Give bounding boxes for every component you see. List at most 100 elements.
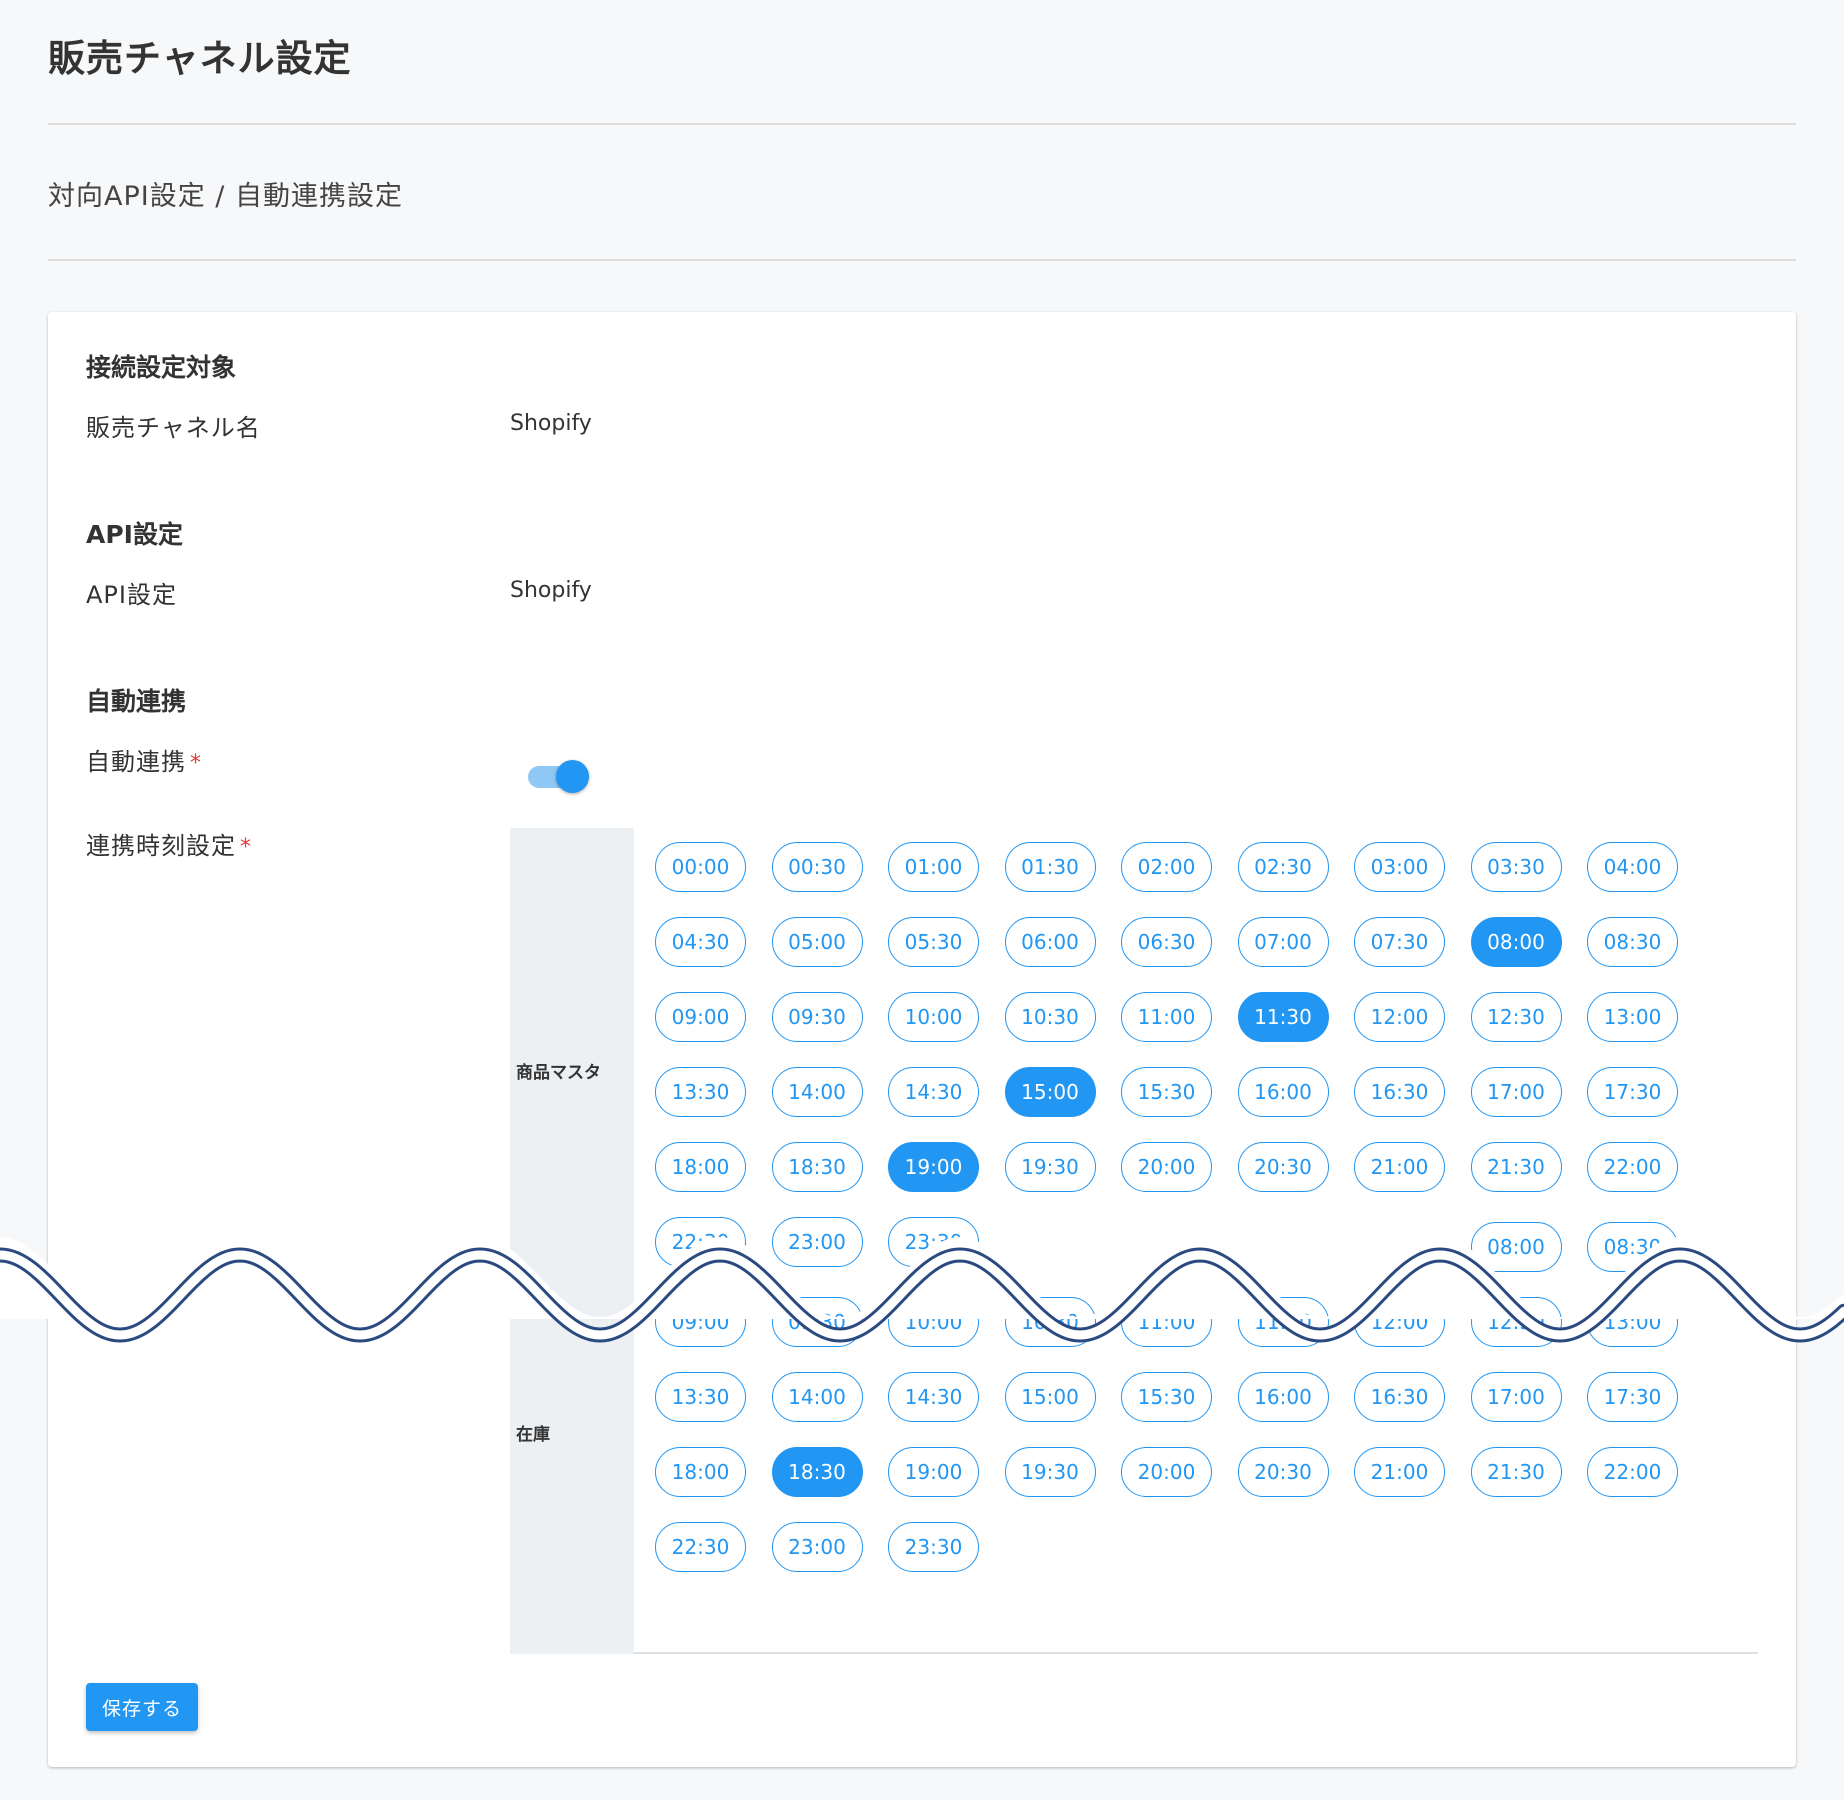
page: 販売チャネル設定 対向API設定 / 自動連携設定 接続設定対象 販売チャネル名…: [0, 0, 1844, 1800]
time-slot-1300[interactable]: 13:00: [1587, 992, 1678, 1042]
time-slot-1430[interactable]: 14:30: [888, 1067, 979, 1117]
time-slot-2300[interactable]: 23:00: [771, 1217, 863, 1267]
time-slot-2130[interactable]: 21:30: [1470, 1447, 1562, 1497]
time-slot-1800[interactable]: 18:00: [655, 1142, 746, 1192]
time-slot-2130[interactable]: 21:30: [1470, 1142, 1562, 1192]
time-slot-2330[interactable]: 23:30: [888, 1522, 979, 1572]
time-slot-1000[interactable]: 10:00: [888, 992, 979, 1042]
time-slot-0500[interactable]: 05:00: [771, 917, 863, 967]
title-divider: [48, 123, 1796, 125]
time-slot-1800[interactable]: 18:00: [655, 1447, 746, 1497]
time-slot-0800[interactable]: 08:00: [1470, 917, 1562, 967]
time-slot-2230[interactable]: 22:30: [655, 1217, 746, 1267]
toggle-thumb: [556, 760, 589, 793]
time-slot-1030[interactable]: 10:30: [1004, 1297, 1096, 1347]
time-slot-0200[interactable]: 02:00: [1121, 842, 1212, 892]
sync-schedule-table: 商品マスタ 00:00 00:30 01:00 01:30 02:00 02:30 03:0…: [510, 828, 1758, 1654]
time-slot-0230[interactable]: 02:30: [1237, 842, 1329, 892]
time-slot-0600[interactable]: 06:00: [1004, 917, 1096, 967]
schedule-group-header: 在庫: [510, 1284, 634, 1654]
time-slot-1530[interactable]: 15:30: [1121, 1372, 1212, 1422]
time-slot-0000[interactable]: 00:00: [655, 842, 746, 892]
save-button[interactable]: 保存する: [86, 1683, 198, 1731]
time-slot-2200[interactable]: 22:00: [1587, 1447, 1678, 1497]
time-slot-1930[interactable]: 19:30: [1004, 1447, 1096, 1497]
time-slot-1000[interactable]: 10:00: [888, 1297, 979, 1347]
time-slot-0900[interactable]: 09:00: [655, 992, 746, 1042]
time-slot-2000[interactable]: 20:00: [1121, 1447, 1212, 1497]
time-slot-0130[interactable]: 01:30: [1004, 842, 1096, 892]
time-slot-1330[interactable]: 13:30: [655, 1372, 746, 1422]
time-slot-1700[interactable]: 17:00: [1470, 1067, 1562, 1117]
time-slot-1600[interactable]: 16:00: [1237, 1372, 1329, 1422]
api-section-heading: API設定: [86, 520, 183, 549]
time-slot-1100[interactable]: 11:00: [1121, 992, 1212, 1042]
required-mark: *: [240, 835, 252, 860]
time-slot-1400[interactable]: 14:00: [771, 1372, 863, 1422]
time-slot-1730[interactable]: 17:30: [1587, 1372, 1678, 1422]
breadcrumb: 対向API設定 / 自動連携設定: [48, 181, 403, 212]
time-slot-1200[interactable]: 12:00: [1354, 1297, 1445, 1347]
time-slot-0730[interactable]: 07:30: [1354, 917, 1445, 967]
time-slot-2230[interactable]: 22:30: [655, 1522, 746, 1572]
api-setting-value: Shopify: [510, 578, 592, 603]
time-slot-1130[interactable]: 11:30: [1237, 1297, 1329, 1347]
time-slot-2100[interactable]: 21:00: [1354, 1447, 1445, 1497]
time-slot-0330[interactable]: 03:30: [1470, 842, 1562, 892]
time-slot-0700[interactable]: 07:00: [1237, 917, 1329, 967]
schedule-group-name: 在庫: [516, 1425, 550, 1445]
time-slot-1500[interactable]: 15:00: [1004, 1067, 1096, 1117]
time-slot-1230[interactable]: 12:30: [1470, 1297, 1562, 1347]
time-slot-1900[interactable]: 19:00: [888, 1142, 979, 1192]
auto-sync-toggle[interactable]: [528, 756, 590, 796]
time-slot-1130[interactable]: 11:30: [1237, 992, 1329, 1042]
time-slot-1430[interactable]: 14:30: [888, 1372, 979, 1422]
time-slot-0800[interactable]: 08:00: [1470, 1222, 1562, 1272]
time-slot-0830[interactable]: 08:30: [1587, 1222, 1678, 1272]
time-slot-1830[interactable]: 18:30: [771, 1447, 863, 1497]
time-slot-1830[interactable]: 18:30: [771, 1142, 863, 1192]
time-slot-1900[interactable]: 19:00: [888, 1447, 979, 1497]
auto-sync-toggle-label: 自動連携 *: [86, 742, 202, 777]
time-slot-2300[interactable]: 23:00: [771, 1522, 863, 1572]
connection-section-heading: 接続設定対象: [86, 353, 237, 382]
time-slot-1330[interactable]: 13:30: [655, 1067, 746, 1117]
time-slot-0030[interactable]: 00:30: [771, 842, 863, 892]
time-slot-0100[interactable]: 01:00: [888, 842, 979, 892]
time-slot-0630[interactable]: 06:30: [1121, 917, 1212, 967]
settings-card: 接続設定対象 販売チャネル名 Shopify API設定 API設定 Shopi…: [48, 312, 1796, 1767]
time-slot-0930[interactable]: 09:30: [771, 1297, 863, 1347]
channel-name-value: Shopify: [510, 411, 592, 436]
time-slot-1200[interactable]: 12:00: [1354, 992, 1445, 1042]
time-slot-1530[interactable]: 15:30: [1121, 1067, 1212, 1117]
time-slot-1600[interactable]: 16:00: [1237, 1067, 1329, 1117]
time-slot-2200[interactable]: 22:00: [1587, 1142, 1678, 1192]
time-slot-2030[interactable]: 20:30: [1237, 1447, 1329, 1497]
sync-time-label: 連携時刻設定 *: [86, 826, 252, 861]
time-slot-1930[interactable]: 19:30: [1004, 1142, 1096, 1192]
time-slot-0830[interactable]: 08:30: [1587, 917, 1678, 967]
time-slot-1100[interactable]: 11:00: [1121, 1297, 1212, 1347]
time-slot-0300[interactable]: 03:00: [1354, 842, 1445, 892]
time-slot-1630[interactable]: 16:30: [1354, 1372, 1445, 1422]
time-slot-0930[interactable]: 09:30: [771, 992, 863, 1042]
time-slot-1730[interactable]: 17:30: [1587, 1067, 1678, 1117]
time-slot-0430[interactable]: 04:30: [655, 917, 746, 967]
time-slot-1700[interactable]: 17:00: [1470, 1372, 1562, 1422]
sync-time-label-text: 連携時刻設定: [86, 832, 236, 860]
time-slot-1400[interactable]: 14:00: [771, 1067, 863, 1117]
time-slot-1030[interactable]: 10:30: [1004, 992, 1096, 1042]
time-slot-1300[interactable]: 13:00: [1587, 1297, 1678, 1347]
time-slot-0900[interactable]: 09:00: [655, 1297, 746, 1347]
time-slot-2000[interactable]: 20:00: [1121, 1142, 1212, 1192]
schedule-group-header: 商品マスタ: [510, 828, 634, 1284]
time-slot-2330[interactable]: 23:30: [888, 1217, 979, 1267]
time-slot-1230[interactable]: 12:30: [1470, 992, 1562, 1042]
auto-sync-section-heading: 自動連携: [86, 687, 187, 716]
time-slot-1630[interactable]: 16:30: [1354, 1067, 1445, 1117]
time-slot-2100[interactable]: 21:00: [1354, 1142, 1445, 1192]
time-slot-0400[interactable]: 04:00: [1587, 842, 1678, 892]
time-slot-1500[interactable]: 15:00: [1004, 1372, 1096, 1422]
time-slot-2030[interactable]: 20:30: [1237, 1142, 1329, 1192]
time-slot-0530[interactable]: 05:30: [888, 917, 979, 967]
